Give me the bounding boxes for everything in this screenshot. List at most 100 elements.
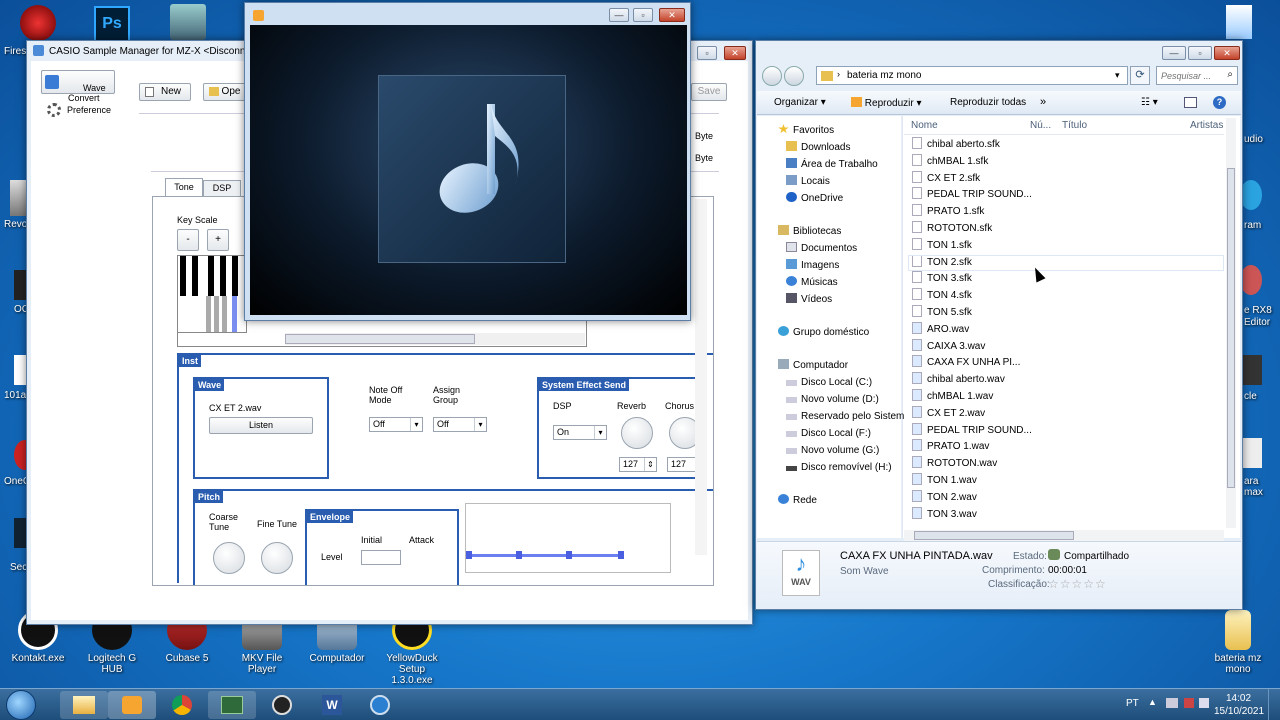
- aramax-desktop-icon[interactable]: [1240, 438, 1262, 468]
- keyboard-scroll-thumb[interactable]: [285, 334, 475, 344]
- nav-musicas[interactable]: Músicas: [786, 275, 838, 291]
- nav-videos[interactable]: Vídeos: [786, 292, 832, 308]
- forward-button[interactable]: [784, 66, 804, 86]
- taskbar-casio[interactable]: [208, 691, 256, 719]
- firestorm-desktop-icon[interactable]: [20, 5, 56, 41]
- key-scale-plus-button[interactable]: +: [207, 229, 229, 251]
- preview-pane-icon[interactable]: [1184, 97, 1197, 108]
- panel-vertical-scrollbar[interactable]: [695, 199, 707, 555]
- assign-group-select[interactable]: Off ▾: [433, 417, 487, 432]
- search-input[interactable]: [1157, 67, 1221, 84]
- envelope-graph[interactable]: [465, 503, 671, 573]
- tray-arrow-icon[interactable]: ▲: [1148, 697, 1157, 707]
- nav-removivel[interactable]: Disco removível (H:): [786, 460, 892, 476]
- file-row[interactable]: PRATO 1.sfk: [912, 204, 984, 220]
- tray-network-icon[interactable]: [1166, 698, 1178, 708]
- taskbar-sync-app[interactable]: [356, 691, 404, 719]
- file-row[interactable]: CAIXA 3.wav: [912, 338, 985, 355]
- nav-rede[interactable]: Rede: [778, 493, 817, 509]
- player-close-button[interactable]: ✕: [659, 8, 685, 22]
- nav-reservado[interactable]: Reservado pelo Sistem: [786, 409, 904, 425]
- refresh-button[interactable]: ⟳: [1130, 66, 1150, 85]
- tray-flag-icon[interactable]: [1184, 698, 1194, 708]
- casio-maximize-button[interactable]: ▫: [697, 46, 717, 60]
- nav-novo-d[interactable]: Novo volume (D:): [786, 392, 879, 408]
- envelope-level-field[interactable]: [361, 550, 401, 565]
- envelope-handle[interactable]: [466, 551, 472, 559]
- file-row[interactable]: ARO.wav: [912, 321, 969, 338]
- column-header-name[interactable]: Nome: [911, 120, 938, 131]
- file-row[interactable]: chMBAL 1.wav: [912, 389, 993, 405]
- clock-date[interactable]: 15/10/2021: [1214, 706, 1264, 717]
- tray-volume-icon[interactable]: [1199, 698, 1209, 708]
- column-header-title[interactable]: Título: [1062, 120, 1087, 131]
- envelope-handle[interactable]: [516, 551, 522, 559]
- tab-tone[interactable]: Tone: [165, 178, 203, 196]
- note-off-mode-select[interactable]: Off ▾: [369, 417, 423, 432]
- file-row[interactable]: PEDAL TRIP SOUND...: [912, 422, 1032, 439]
- cle-desktop-icon[interactable]: [1240, 355, 1262, 385]
- nav-bibliotecas[interactable]: Bibliotecas: [778, 224, 841, 240]
- organize-menu[interactable]: Organizar ▾: [774, 97, 826, 108]
- back-button[interactable]: [762, 66, 782, 86]
- file-row[interactable]: TON 4.sfk: [912, 288, 972, 304]
- nav-locais[interactable]: Locais: [786, 174, 830, 190]
- save-button[interactable]: Save: [691, 83, 727, 101]
- file-row[interactable]: ROTOTON.wav: [912, 456, 997, 472]
- audio-desktop-icon[interactable]: [1226, 5, 1252, 39]
- file-row[interactable]: chMBAL 1.sfk: [912, 153, 988, 170]
- play-all-button[interactable]: Reproduzir todas: [950, 97, 1026, 108]
- clock-time[interactable]: 14:02: [1226, 693, 1251, 704]
- taskbar-media-player[interactable]: [108, 691, 156, 719]
- file-row[interactable]: CX ET 2.wav: [912, 405, 985, 422]
- file-row[interactable]: TON 3.wav: [912, 506, 977, 523]
- help-icon[interactable]: ?: [1213, 96, 1226, 109]
- taskbar-obs[interactable]: [258, 691, 306, 719]
- file-row[interactable]: chibal aberto.sfk: [912, 137, 1000, 153]
- language-indicator[interactable]: PT: [1126, 698, 1139, 709]
- casio-close-button[interactable]: ✕: [724, 46, 746, 60]
- explorer-minimize-button[interactable]: —: [1162, 46, 1186, 60]
- address-bar[interactable]: › bateria mz mono ▾: [816, 66, 1128, 85]
- file-row[interactable]: PEDAL TRIP SOUND...: [912, 187, 1032, 203]
- nav-disco-c[interactable]: Disco Local (C:): [786, 375, 872, 391]
- nav-disco-f[interactable]: Disco Local (F:): [786, 426, 871, 442]
- rx8-desktop-icon[interactable]: [1240, 265, 1262, 295]
- file-list-hscroll-thumb[interactable]: [914, 531, 1074, 540]
- more-button[interactable]: »: [1040, 96, 1046, 108]
- file-row[interactable]: CX ET 2.sfk: [912, 170, 980, 187]
- preference-button[interactable]: Preference: [67, 105, 111, 115]
- file-list-vertical-scrollbar[interactable]: [1226, 118, 1236, 528]
- rating-stars[interactable]: ☆☆☆☆☆: [1048, 577, 1107, 591]
- start-button[interactable]: [6, 690, 36, 720]
- envelope-handle[interactable]: [618, 551, 624, 559]
- nav-imagens[interactable]: Imagens: [786, 258, 839, 274]
- fine-tune-knob[interactable]: [261, 542, 293, 574]
- key-scale-minus-button[interactable]: -: [177, 229, 199, 251]
- nav-grupo-domestico[interactable]: Grupo doméstico: [778, 325, 869, 341]
- nav-downloads[interactable]: Downloads: [786, 140, 850, 156]
- file-row[interactable]: TON 5.sfk: [912, 305, 972, 321]
- address-dropdown-icon[interactable]: ▾: [1115, 70, 1120, 81]
- player-minimize-button[interactable]: —: [609, 8, 629, 22]
- file-list-horizontal-scrollbar[interactable]: [904, 530, 1224, 541]
- spinner-icon[interactable]: ⇕: [644, 458, 656, 471]
- taskbar-word[interactable]: W: [308, 691, 356, 719]
- coarse-tune-knob[interactable]: [213, 542, 245, 574]
- taskbar-chrome[interactable]: [158, 691, 206, 719]
- nav-novo-g[interactable]: Novo volume (G:): [786, 443, 879, 459]
- photoshop-desktop-icon[interactable]: Ps: [94, 6, 130, 42]
- file-row[interactable]: TON 2.wav: [912, 489, 977, 506]
- file-row[interactable]: TON 3.sfk: [912, 271, 972, 287]
- nav-area-trabalho[interactable]: Área de Trabalho: [786, 157, 878, 173]
- play-menu[interactable]: Reproduzir ▾: [851, 97, 922, 109]
- dsp-select[interactable]: On ▾: [553, 425, 607, 440]
- explorer-close-button[interactable]: ✕: [1214, 46, 1240, 60]
- file-row[interactable]: PRATO 1.wav: [912, 439, 989, 455]
- search-box[interactable]: ⌕: [1156, 66, 1238, 85]
- file-list-scroll-thumb[interactable]: [1227, 168, 1235, 488]
- keyboard-scrollbar[interactable]: [285, 333, 585, 345]
- installer-desktop-icon[interactable]: [170, 4, 206, 40]
- nav-documentos[interactable]: Documentos: [786, 241, 857, 257]
- nav-computador[interactable]: Computador: [778, 358, 848, 374]
